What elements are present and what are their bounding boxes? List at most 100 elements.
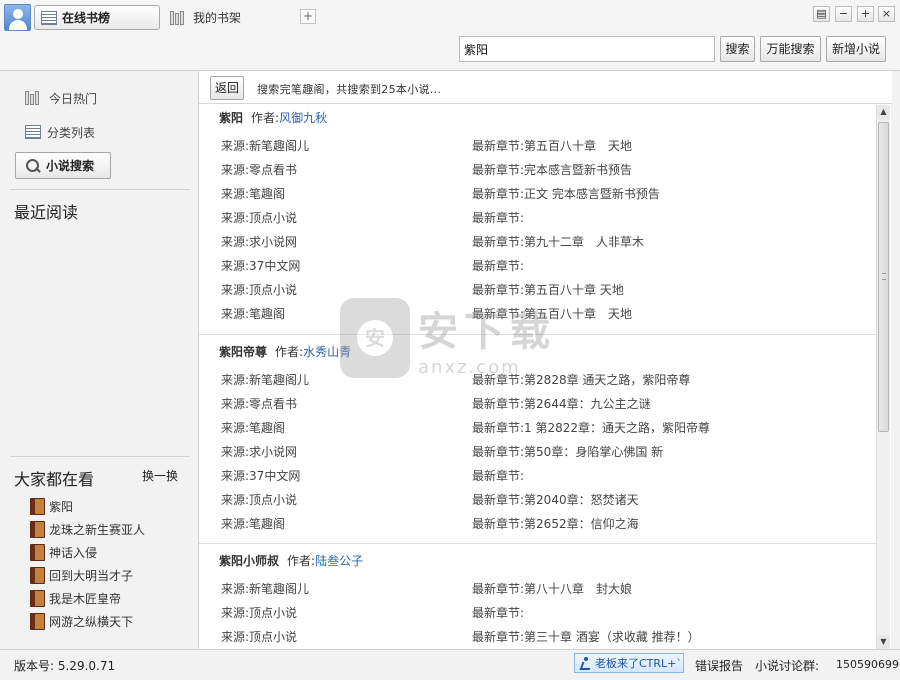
source-row[interactable]: 来源:顶点小说 最新章节:	[199, 599, 876, 623]
scroll-up-icon[interactable]: ▲	[877, 105, 890, 119]
source-row[interactable]: 来源:顶点小说 最新章节:	[199, 204, 876, 228]
source-row[interactable]: 来源:笔趣阁 最新章节:第2652章：信仰之海	[199, 510, 876, 534]
author-label: 作者:	[287, 553, 316, 568]
latest-chapter-title[interactable]: 第九十二章 人非草木	[524, 235, 644, 249]
list-icon	[41, 10, 57, 25]
source-row[interactable]: 来源:求小说网 最新章节:第九十二章 人非草木	[199, 228, 876, 252]
hot-item-label: 我是木匠皇帝	[49, 592, 122, 606]
latest-chapter-title[interactable]: 第五百八十章 天地	[524, 139, 632, 153]
latest-chapter-title[interactable]: 第三十章 酒宴（求收藏 推荐！）	[524, 630, 700, 644]
add-novel-button[interactable]: 新增小说	[826, 36, 886, 62]
tab-label: 在线书榜	[62, 11, 111, 25]
source-row[interactable]: 来源:新笔趣阁儿 最新章节:第八十八章 封大娘	[199, 575, 876, 599]
source-row[interactable]: 来源:37中文网 最新章节:	[199, 252, 876, 276]
error-report-link[interactable]: 错误报告	[695, 657, 743, 674]
latest-chapter-title[interactable]: 第五百八十章 天地	[524, 307, 632, 321]
top-bar: 在线书榜 我的书架 + ▤ − + ×	[0, 0, 900, 36]
source-row[interactable]: 来源:顶点小说 最新章节:第五百八十章 天地	[199, 276, 876, 300]
search-button[interactable]: 搜索	[720, 36, 755, 62]
latest-chapter-title[interactable]: 正文 完本感言暨新书预告	[524, 187, 660, 201]
tab-online-rankings[interactable]: 在线书榜	[34, 5, 160, 30]
close-button[interactable]: ×	[878, 6, 895, 22]
source-name: 零点看书	[249, 397, 298, 411]
source-name: 零点看书	[249, 163, 298, 177]
search-icon	[26, 158, 40, 173]
latest-chapter-cell: 最新章节:	[472, 467, 524, 484]
hot-list-item[interactable]: 龙珠之新生赛亚人	[30, 521, 145, 538]
hot-list-item[interactable]: 网游之纵横天下	[30, 613, 133, 630]
latest-chapter-title[interactable]: 第2828章 通天之路，紫阳帝尊	[524, 373, 690, 387]
hot-list-item[interactable]: 紫阳	[30, 498, 73, 515]
source-name: 37中文网	[249, 469, 301, 483]
source-row[interactable]: 来源:顶点小说 最新章节:第2040章：怒焚诸天	[199, 486, 876, 510]
sidebar-item-today-hot[interactable]: 今日热门	[25, 87, 97, 109]
book-title[interactable]: 紫阳小师叔	[219, 552, 279, 569]
tab-my-bookshelf[interactable]: 我的书架	[164, 5, 284, 30]
tab-label: 我的书架	[193, 11, 242, 25]
author-label: 作者:	[275, 344, 304, 359]
source-row[interactable]: 来源:笔趣阁 最新章节:正文 完本感言暨新书预告	[199, 180, 876, 204]
source-row[interactable]: 来源:新笔趣阁儿 最新章节:第五百八十章 天地	[199, 132, 876, 156]
author-link[interactable]: 风御九秋	[279, 109, 327, 126]
hot-list-item[interactable]: 回到大明当才子	[30, 567, 133, 584]
book-icon	[30, 567, 45, 584]
source-label: 来源:	[221, 139, 250, 153]
author-link[interactable]: 水秀山青	[303, 343, 351, 360]
hot-item-label: 龙珠之新生赛亚人	[49, 523, 146, 537]
source-row[interactable]: 来源:求小说网 最新章节:第50章：身陷掌心佛国 新	[199, 438, 876, 462]
search-input[interactable]	[459, 36, 715, 62]
vertical-scrollbar[interactable]: ▲ ▼	[876, 105, 890, 649]
hot-list-item[interactable]: 我是木匠皇帝	[30, 590, 121, 607]
swap-link[interactable]: 换一换	[142, 467, 178, 484]
scroll-thumb[interactable]	[878, 122, 889, 432]
latest-chapter-cell: 最新章节:第2040章：怒焚诸天	[472, 491, 639, 508]
source-name: 顶点小说	[249, 283, 298, 297]
latest-chapter-label: 最新章节:	[472, 421, 525, 435]
source-name: 笔趣阁	[249, 307, 286, 321]
book-title[interactable]: 紫阳	[219, 109, 243, 126]
hot-list-item[interactable]: 神话入侵	[30, 544, 97, 561]
source-cell: 来源:求小说网	[221, 233, 297, 250]
add-tab-button[interactable]: +	[300, 9, 316, 24]
latest-chapter-title[interactable]: 第八十八章 封大娘	[524, 582, 632, 596]
result-bar: 返回 搜索完笔趣阁，共搜索到25本小说...	[199, 71, 892, 104]
boss-key-button[interactable]: 老板来了CTRL+`	[574, 653, 684, 673]
source-name: 新笔趣阁儿	[249, 373, 310, 387]
latest-chapter-title[interactable]: 第2644章：九公主之谜	[524, 397, 651, 411]
latest-chapter-title[interactable]: 第2040章：怒焚诸天	[524, 493, 639, 507]
source-row[interactable]: 来源:顶点小说 最新章节:第三十章 酒宴（求收藏 推荐！）	[199, 623, 876, 647]
source-row[interactable]: 来源:零点看书 最新章节:第2644章：九公主之谜	[199, 390, 876, 414]
menu-window-button[interactable]: ▤	[813, 6, 830, 22]
source-label: 来源:	[221, 211, 250, 225]
sidebar-item-novel-search[interactable]: 小说搜索	[15, 152, 111, 179]
source-row[interactable]: 来源:笔趣阁 最新章节:第五百八十章 天地	[199, 300, 876, 324]
universal-search-button[interactable]: 万能搜索	[760, 36, 821, 62]
results-list: 紫阳 作者: 风御九秋 来源:新笔趣阁儿 最新章节:第五百八十章 天地 来源:零点看书 最新…	[199, 105, 876, 649]
maximize-button[interactable]: +	[857, 6, 874, 22]
source-label: 来源:	[221, 630, 250, 644]
latest-chapter-cell: 最新章节:	[472, 209, 524, 226]
latest-chapter-label: 最新章节:	[472, 517, 525, 531]
source-row[interactable]: 来源:零点看书 最新章节:完本感言暨新书预告	[199, 156, 876, 180]
source-row[interactable]: 来源:新笔趣阁儿 最新章节:第2828章 通天之路，紫阳帝尊	[199, 366, 876, 390]
source-label: 来源:	[221, 469, 250, 483]
source-cell: 来源:笔趣阁	[221, 305, 285, 322]
back-button[interactable]: 返回	[210, 76, 244, 100]
latest-chapter-title[interactable]: 1 第2822章：通天之路，紫阳帝尊	[524, 421, 710, 435]
latest-chapter-title[interactable]: 第2652章：信仰之海	[524, 517, 639, 531]
source-row[interactable]: 来源:笔趣阁 最新章节:1 第2822章：通天之路，紫阳帝尊	[199, 414, 876, 438]
latest-chapter-title[interactable]: 第50章：身陷掌心佛国 新	[524, 445, 663, 459]
scroll-down-icon[interactable]: ▼	[877, 635, 890, 649]
book-title[interactable]: 紫阳帝尊	[219, 343, 267, 360]
latest-chapter-title[interactable]: 第五百八十章 天地	[524, 283, 624, 297]
list-icon	[25, 125, 41, 139]
source-cell: 来源:37中文网	[221, 257, 300, 274]
source-row[interactable]: 来源:37中文网 最新章节:	[199, 462, 876, 486]
avatar-icon[interactable]	[4, 4, 31, 31]
source-cell: 来源:新笔趣阁儿	[221, 580, 309, 597]
sidebar-item-category-list[interactable]: 分类列表	[25, 121, 95, 143]
minimize-button[interactable]: −	[835, 6, 852, 22]
latest-chapter-title[interactable]: 完本感言暨新书预告	[524, 163, 632, 177]
source-cell: 来源:零点看书	[221, 161, 297, 178]
author-link[interactable]: 陆叁公子	[315, 552, 363, 569]
